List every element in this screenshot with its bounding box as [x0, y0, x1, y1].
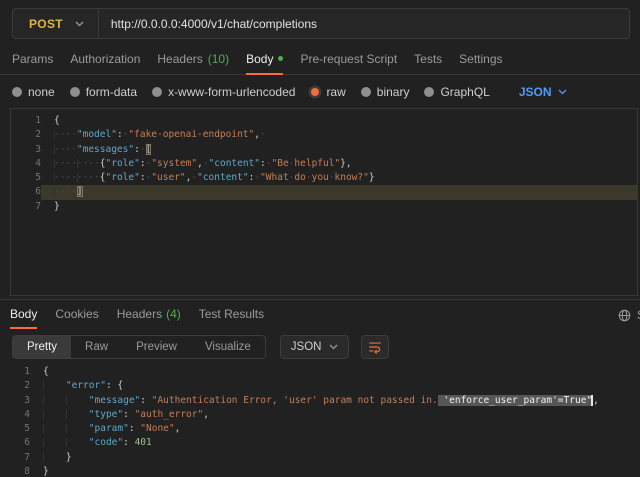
radio-selected-icon [311, 88, 319, 96]
wrap-text-icon [368, 340, 382, 354]
code-line: 2 "error": { [0, 379, 640, 393]
radio-icon [424, 87, 434, 97]
tab-pre-request-script[interactable]: Pre-request Script [300, 44, 397, 75]
response-tab-headers[interactable]: Headers(4) [117, 300, 181, 329]
tab-tests[interactable]: Tests [414, 44, 442, 75]
code-line: 7} [11, 200, 637, 214]
view-tab-visualize[interactable]: Visualize [191, 336, 265, 358]
code-line: 2····"model":·"fake-openai-endpoint",· [11, 128, 637, 142]
response-tabs: Body Cookies Headers(4) Test Results S [0, 299, 640, 329]
response-view-tabs: Pretty Raw Preview Visualize [12, 335, 266, 359]
request-url-bar-wrap: POST http://0.0.0.0:4000/v1/chat/complet… [0, 0, 640, 44]
line-number: 4 [11, 157, 41, 171]
radio-graphql[interactable]: GraphQL [424, 85, 489, 99]
response-view-row: Pretty Raw Preview Visualize JSON [12, 335, 630, 359]
code-line: 7 } [0, 451, 640, 465]
line-number: 7 [0, 451, 30, 465]
tab-body[interactable]: Body [246, 44, 283, 75]
globe-icon[interactable] [617, 308, 632, 323]
code-line: 5········{"role":·"user",·"content":·"Wh… [11, 171, 637, 185]
line-number: 1 [11, 114, 41, 128]
method-dropdown[interactable]: POST [13, 17, 75, 31]
request-url-bar: POST http://0.0.0.0:4000/v1/chat/complet… [12, 8, 630, 39]
response-tab-cookies[interactable]: Cookies [55, 300, 98, 329]
chevron-down-icon [329, 344, 338, 350]
line-number: 6 [0, 436, 30, 450]
line-number: 5 [11, 171, 41, 185]
code-line: 1{ [0, 365, 640, 379]
view-tab-preview[interactable]: Preview [122, 336, 191, 358]
line-number: 2 [0, 379, 30, 393]
chevron-down-icon[interactable] [75, 21, 84, 27]
line-number: 6 [11, 185, 41, 199]
line-number: 8 [0, 465, 30, 477]
line-number: 1 [0, 365, 30, 379]
response-tab-body[interactable]: Body [10, 300, 37, 329]
code-line: 8} [0, 465, 640, 477]
response-headers-count: (4) [166, 307, 181, 321]
line-number: 4 [0, 408, 30, 422]
radio-binary[interactable]: binary [361, 85, 410, 99]
view-tab-raw[interactable]: Raw [71, 336, 122, 358]
tab-params[interactable]: Params [12, 44, 53, 75]
chevron-down-icon [558, 89, 567, 95]
radio-none[interactable]: none [12, 85, 55, 99]
view-tab-pretty[interactable]: Pretty [13, 336, 71, 358]
line-number: 2 [11, 128, 41, 142]
tab-headers[interactable]: Headers(10) [157, 44, 229, 75]
tab-settings[interactable]: Settings [459, 44, 502, 75]
code-line: 3····"messages":·[ [11, 143, 637, 157]
response-tab-test-results[interactable]: Test Results [199, 300, 264, 329]
unsaved-changes-dot [278, 56, 283, 61]
radio-icon [152, 87, 162, 97]
code-line: 3 "message": "Authentication Error, 'use… [0, 394, 640, 408]
code-line: 5 "param": "None", [0, 422, 640, 436]
response-language-select[interactable]: JSON [280, 335, 350, 359]
url-input[interactable]: http://0.0.0.0:4000/v1/chat/completions [99, 17, 317, 31]
line-number: 3 [11, 143, 41, 157]
code-line: 1{ [11, 114, 637, 128]
request-body-editor[interactable]: 1{2····"model":·"fake-openai-endpoint",·… [10, 108, 638, 296]
line-number: 5 [0, 422, 30, 436]
request-tabs: Params Authorization Headers(10) Body Pr… [0, 44, 640, 75]
raw-language-select[interactable]: JSON [519, 85, 567, 99]
headers-count: (10) [208, 52, 229, 66]
radio-raw[interactable]: raw [310, 85, 345, 99]
line-number: 3 [0, 394, 30, 408]
code-line: 4········{"role":·"system",·"content":·"… [11, 157, 637, 171]
radio-icon [70, 87, 80, 97]
code-line: 6 "code": 401 [0, 436, 640, 450]
radio-icon [361, 87, 371, 97]
radio-form-data[interactable]: form-data [70, 85, 137, 99]
wrap-text-button[interactable] [361, 335, 389, 359]
code-line: 6····] [11, 185, 637, 199]
radio-icon [12, 87, 22, 97]
radio-x-www-form-urlencoded[interactable]: x-www-form-urlencoded [152, 85, 295, 99]
line-number: 7 [11, 200, 41, 214]
body-type-row: none form-data x-www-form-urlencoded raw… [0, 75, 640, 108]
code-line: 4 "type": "auth_error", [0, 408, 640, 422]
response-body-editor[interactable]: 1{2 "error": {3 "message": "Authenticati… [0, 361, 640, 477]
tab-authorization[interactable]: Authorization [70, 44, 140, 75]
